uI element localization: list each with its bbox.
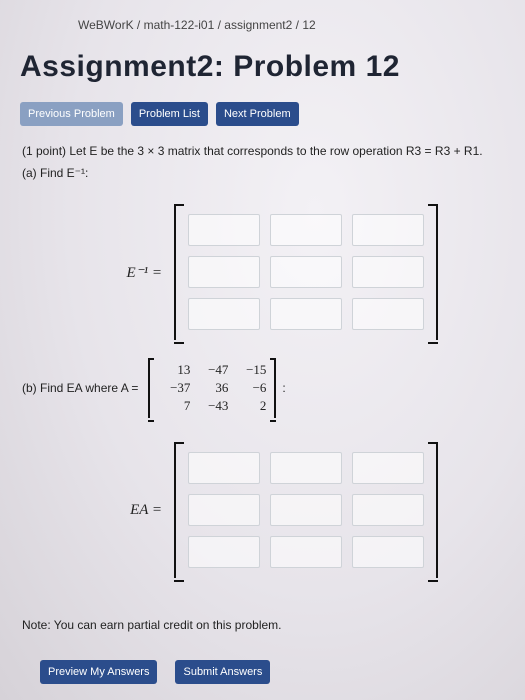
matrix-a-cell: −37 (170, 380, 191, 395)
bottom-actions: Preview My Answers Submit Answers (40, 660, 271, 684)
ea-cell-1-2[interactable] (270, 452, 342, 484)
matrix-a-cell: 2 (259, 398, 267, 413)
einv-cell-1-2[interactable] (270, 214, 342, 246)
next-problem-button[interactable]: Next Problem (215, 102, 299, 126)
matrix-a-cell: −47 (208, 362, 229, 377)
einv-cell-3-3[interactable] (352, 298, 424, 330)
part-b-suffix: : (282, 381, 286, 395)
matrix-a-cell: 36 (215, 380, 229, 395)
previous-problem-button[interactable]: Previous Problem (20, 102, 123, 126)
ea-cell-2-3[interactable] (352, 494, 424, 526)
ea-cell-1-3[interactable] (352, 452, 424, 484)
problem-page: WeBWorK / math-122-i01 / assignment2 / 1… (8, 8, 525, 632)
einv-cell-2-2[interactable] (270, 256, 342, 288)
einv-answer-matrix (174, 204, 438, 344)
ea-cell-3-1[interactable] (188, 536, 260, 568)
einv-cell-2-3[interactable] (352, 256, 424, 288)
ea-cell-1-1[interactable] (188, 452, 260, 484)
problem-nav: Previous Problem Problem List Next Probl… (20, 102, 525, 126)
ea-cell-3-3[interactable] (352, 536, 424, 568)
einv-label: E⁻¹ = (126, 264, 162, 281)
part-a-label: (a) Find E⁻¹: (22, 166, 89, 180)
ea-cell-2-2[interactable] (270, 494, 342, 526)
ea-cell-2-1[interactable] (188, 494, 260, 526)
problem-intro: (1 point) Let E be the 3 × 3 matrix that… (22, 144, 483, 158)
einv-cell-2-1[interactable] (188, 256, 260, 288)
matrix-a-cell: −15 (246, 362, 267, 377)
part-b-prefix: (b) Find EA where A = (22, 381, 139, 395)
matrix-a-cell: −43 (208, 398, 229, 413)
preview-answers-button[interactable]: Preview My Answers (40, 660, 158, 684)
matrix-a-cell: 7 (183, 398, 191, 413)
ea-row: EA = (22, 442, 525, 582)
einv-cell-3-1[interactable] (188, 298, 260, 330)
part-b-row: (b) Find EA where A = 13 −47 −15 −37 36 … (22, 358, 525, 422)
ea-answer-matrix (174, 442, 438, 582)
einv-cell-1-3[interactable] (352, 214, 424, 246)
partial-credit-note: Note: You can earn partial credit on thi… (22, 618, 282, 632)
matrix-a-cell: −6 (252, 380, 267, 395)
problem-body: (1 point) Let E be the 3 × 3 matrix that… (22, 144, 525, 582)
problem-list-button[interactable]: Problem List (130, 102, 208, 126)
einv-cell-3-2[interactable] (270, 298, 342, 330)
matrix-a-cell: 13 (177, 362, 191, 377)
submit-answers-button[interactable]: Submit Answers (175, 660, 271, 684)
matrix-a: 13 −47 −15 −37 36 −6 7 −43 2 (148, 358, 277, 422)
ea-cell-3-2[interactable] (270, 536, 342, 568)
einv-cell-1-1[interactable] (188, 214, 260, 246)
ea-label: EA = (130, 501, 162, 518)
einv-row: E⁻¹ = (22, 204, 525, 344)
breadcrumb[interactable]: WeBWorK / math-122-i01 / assignment2 / 1… (78, 18, 525, 32)
page-title: Assignment2: Problem 12 (20, 50, 400, 83)
